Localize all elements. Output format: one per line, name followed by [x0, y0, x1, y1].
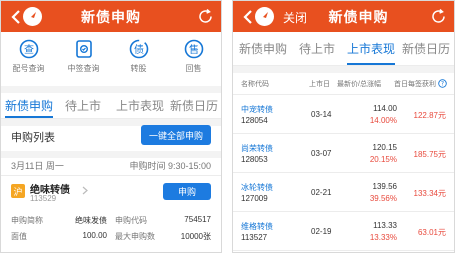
table-row[interactable]: 尚荣转债 128053 03-07 120.15 20.15% 185.75元 [233, 135, 454, 173]
help-icon[interactable]: ? [438, 79, 447, 88]
first-day-profit: 133.34元 [413, 189, 446, 198]
table-row[interactable]: 维格转债 113527 02-19 113.33 13.33% 63.01元 [233, 213, 454, 251]
svg-text:?: ? [441, 81, 444, 88]
active-tab-indicator [5, 116, 53, 118]
table-header: 名称代码 上市日 最新价/总涨幅 首日每签获利 ? [233, 73, 454, 95]
page-title: 新债申购 [328, 8, 389, 25]
tab-shangshi-biaoxian[interactable]: 上市表现 [116, 97, 164, 114]
quick-action-label: 中签查询 [67, 64, 100, 73]
left-screen: 新债申购 查 配号查询 中签查询 债 转股 售 回售 新债申购 待上市 上市表现… [0, 0, 222, 253]
bond-name: 中宠转债 [241, 105, 273, 114]
tab-bar: 新债申购 待上市 上市表现 新债日历 [1, 93, 221, 119]
column-header: 最新价/总涨幅 [337, 80, 381, 88]
divider [1, 86, 221, 93]
svg-text:售: 售 [189, 43, 199, 56]
quick-action-zhuangu[interactable]: 债 转股 [115, 38, 163, 74]
apply-button[interactable]: 申购 [163, 183, 211, 200]
divider [1, 175, 221, 176]
detail-key: 申购代码 [115, 216, 147, 225]
refresh-icon[interactable] [196, 7, 215, 26]
query-icon: 查 [18, 38, 40, 60]
title-bar: 新债申购 [1, 1, 221, 32]
table-row[interactable]: 中宠转债 128054 03-14 114.00 14.00% 122.87元 [233, 96, 454, 134]
bond-name: 维格转债 [241, 222, 273, 231]
first-day-profit: 122.87元 [413, 111, 446, 120]
subscription-time: 申购时间 9:30-15:00 [129, 161, 211, 171]
divider [233, 66, 454, 73]
refresh-icon[interactable] [429, 7, 448, 26]
bond-code: 128053 [241, 155, 268, 164]
bond-icon: 债 [128, 38, 150, 60]
latest-price: 113.33 [373, 221, 397, 230]
quick-action-zhongqian[interactable]: 中签查询 [60, 38, 108, 74]
back-icon [242, 9, 252, 24]
svg-text:债: 债 [134, 43, 144, 56]
bond-code: 127009 [241, 194, 268, 203]
first-day-profit: 185.75元 [413, 150, 446, 159]
date-row: 3月11日 周一 申购时间 9:30-15:00 [1, 159, 221, 173]
divider [1, 151, 221, 158]
one-key-apply-button[interactable]: 一键全部申购 [141, 125, 211, 145]
bond-code: 113529 [30, 194, 57, 203]
listing-date: 03-07 [311, 149, 332, 158]
first-day-profit: 63.01元 [417, 228, 446, 237]
right-screen: 关闭 新债申购 新债申购 待上市 上市表现 新债日历 名称代码 上市日 最新价/… [232, 0, 455, 253]
total-change: 20.15% [369, 155, 397, 164]
sell-icon: 售 [183, 38, 205, 60]
latest-price: 139.56 [372, 182, 397, 191]
quick-actions: 查 配号查询 中签查询 债 转股 售 回售 [1, 32, 221, 86]
document-check-icon [73, 38, 95, 60]
list-header: 申购列表 一键全部申购 [1, 125, 221, 149]
column-header: 首日每签获利 [394, 80, 436, 88]
subscription-date: 3月11日 周一 [11, 161, 64, 171]
tab-xinzhai-rili[interactable]: 新债日历 [170, 97, 218, 114]
detail-value: 754517 [184, 215, 211, 224]
quick-action-label: 转股 [130, 64, 147, 73]
active-tab-indicator [347, 63, 395, 65]
title-bar: 关闭 新债申购 [233, 1, 454, 32]
list-title: 申购列表 [11, 132, 55, 144]
total-change: 39.56% [369, 194, 397, 203]
bond-name: 冰轮转债 [241, 183, 273, 192]
tab-xinzhai-shengou[interactable]: 新债申购 [5, 97, 53, 114]
tab-xinzhai-shengou[interactable]: 新债申购 [239, 40, 287, 57]
total-change: 14.00% [369, 116, 397, 125]
page-title: 新债申购 [81, 8, 141, 25]
latest-price: 120.15 [372, 143, 397, 152]
tab-dai-shangshi[interactable]: 待上市 [299, 40, 335, 57]
total-change: 13.33% [369, 233, 397, 242]
listing-date: 02-21 [311, 188, 332, 197]
tab-dai-shangshi[interactable]: 待上市 [65, 97, 101, 114]
quick-action-label: 配号查询 [12, 64, 45, 73]
svg-text:查: 查 [24, 43, 34, 56]
detail-row: 申购简称 绝味发债 申购代码 754517 [1, 215, 221, 227]
bond-code: 128054 [241, 116, 268, 125]
detail-value: 绝味发债 [75, 216, 107, 225]
detail-key: 最大申购数 [115, 232, 155, 241]
quick-action-peihao[interactable]: 查 配号查询 [5, 38, 53, 74]
latest-price: 114.00 [373, 104, 397, 113]
bond-item[interactable]: 沪 绝味转债 113529 申购 [1, 181, 221, 209]
tab-xinzhai-rili[interactable]: 新债日历 [402, 40, 450, 57]
detail-row: 面值 100.00 最大申购数 10000张 [1, 231, 221, 243]
detail-key: 申购简称 [11, 216, 43, 225]
listing-date: 03-14 [311, 110, 332, 119]
detail-key: 面值 [11, 232, 27, 241]
tab-bar: 新债申购 待上市 上市表现 新债日历 [233, 32, 454, 66]
detail-value: 10000张 [180, 232, 211, 241]
bond-name: 尚荣转债 [241, 144, 273, 153]
column-header: 上市日 [309, 80, 330, 88]
listing-date: 02-19 [311, 227, 332, 236]
column-header: 名称代码 [241, 80, 269, 88]
quick-action-huishou[interactable]: 售 回售 [170, 38, 218, 74]
bond-code: 113527 [241, 233, 268, 242]
tab-shangshi-biaoxian[interactable]: 上市表现 [347, 40, 395, 57]
detail-value: 100.00 [82, 231, 107, 240]
table-row[interactable]: 冰轮转债 127009 02-21 139.56 39.56% 133.34元 [233, 174, 454, 212]
chevron-right-icon [82, 186, 88, 195]
quick-action-label: 回售 [185, 64, 202, 73]
market-badge: 沪 [11, 184, 25, 198]
